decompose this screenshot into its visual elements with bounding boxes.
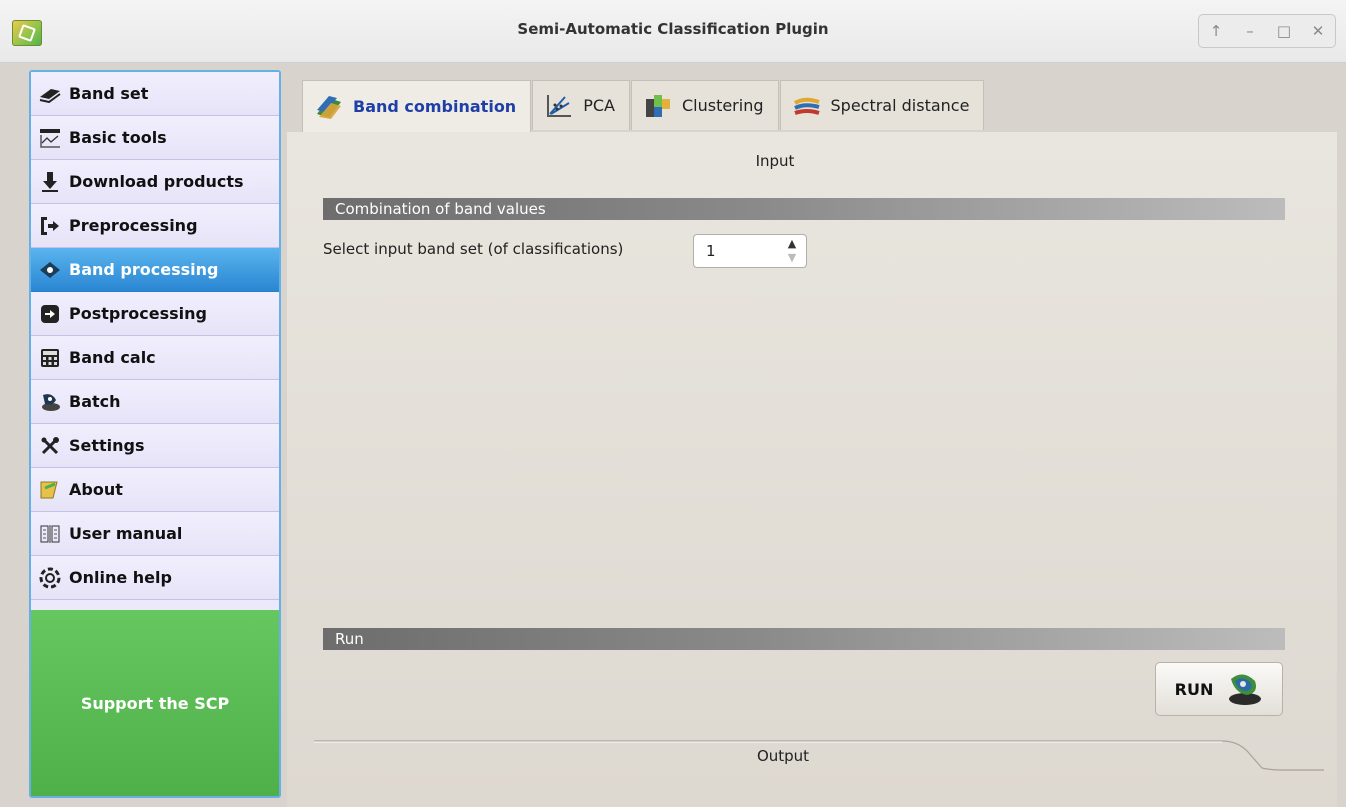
- sidebar-item-band-processing[interactable]: Band processing: [31, 248, 279, 292]
- sidebar-item-label: Postprocessing: [69, 304, 207, 323]
- run-label: RUN: [1174, 679, 1214, 699]
- title-bar: Semi-Automatic Classification Plugin ↑ –…: [0, 0, 1346, 63]
- sidebar-item-postprocessing[interactable]: Postprocessing: [31, 292, 279, 336]
- tab-pca[interactable]: PCA: [532, 80, 630, 130]
- sidebar: Band set Basic tools Download products P…: [29, 70, 281, 798]
- sidebar-item-label: About: [69, 480, 123, 499]
- calculator-icon: [37, 347, 63, 369]
- tab-band-combination[interactable]: Band combination: [302, 80, 532, 132]
- batch-icon: [37, 391, 63, 413]
- manual-icon: [37, 523, 63, 545]
- band-set-icon: [37, 83, 63, 105]
- about-icon: [37, 479, 63, 501]
- tab-label: Band combination: [353, 97, 517, 116]
- tab-spectral-distance[interactable]: Spectral distance: [779, 80, 985, 130]
- band-processing-icon: [37, 259, 63, 281]
- tab-label: Clustering: [681, 96, 764, 115]
- input-heading: Input: [755, 152, 795, 170]
- sidebar-item-about[interactable]: About: [31, 468, 279, 512]
- preprocessing-icon: [37, 215, 63, 237]
- sidebar-item-user-manual[interactable]: User manual: [31, 512, 279, 556]
- combination-section-header: Combination of band values: [323, 198, 1285, 220]
- sidebar-item-batch[interactable]: Batch: [31, 380, 279, 424]
- tab-bar: Band combination PCA Clustering Spectral…: [302, 80, 985, 132]
- help-icon: [37, 567, 63, 589]
- sidebar-item-label: Batch: [69, 392, 121, 411]
- tab-label: PCA: [583, 96, 615, 115]
- sidebar-item-settings[interactable]: Settings: [31, 424, 279, 468]
- sidebar-item-basic-tools[interactable]: Basic tools: [31, 116, 279, 160]
- band-combination-panel: Input Combination of band values Select …: [287, 132, 1337, 807]
- sidebar-item-label: Online help: [69, 568, 172, 587]
- tab-label: Spectral distance: [830, 96, 970, 115]
- sidebar-item-online-help[interactable]: Online help: [31, 556, 279, 600]
- window-title: Semi-Automatic Classification Plugin: [517, 20, 829, 38]
- postprocessing-icon: [37, 303, 63, 325]
- bandset-label: Select input band set (of classification…: [323, 240, 624, 258]
- basic-tools-icon: [37, 127, 63, 149]
- sidebar-item-band-calc[interactable]: Band calc: [31, 336, 279, 380]
- sidebar-item-label: Download products: [69, 172, 244, 191]
- spin-arrows[interactable]: ▲ ▼: [784, 237, 800, 265]
- sidebar-item-label: Band set: [69, 84, 149, 103]
- sidebar-item-label: Band processing: [69, 260, 219, 279]
- pca-icon: [545, 93, 573, 119]
- clustering-icon: [644, 93, 672, 119]
- support-scp-button[interactable]: Support the SCP: [31, 610, 279, 796]
- sidebar-item-label: Preprocessing: [69, 216, 198, 235]
- sidebar-item-label: Band calc: [69, 348, 156, 367]
- bandset-value: 1: [706, 242, 716, 260]
- bandset-spinbox[interactable]: 1 ▲ ▼: [693, 234, 807, 268]
- sidebar-item-label: User manual: [69, 524, 183, 543]
- window-controls: ↑ – □ ✕: [1198, 14, 1336, 48]
- chevron-up-icon[interactable]: ▲: [784, 237, 800, 251]
- run-section-header: Run: [323, 628, 1285, 650]
- close-icon[interactable]: ✕: [1307, 22, 1329, 40]
- keep-above-icon[interactable]: ↑: [1205, 22, 1227, 40]
- sidebar-item-label: Settings: [69, 436, 145, 455]
- sidebar-item-band-set[interactable]: Band set: [31, 72, 279, 116]
- sidebar-item-label: Basic tools: [69, 128, 167, 147]
- spectral-distance-icon: [793, 93, 821, 119]
- band-combination-icon: [315, 94, 343, 120]
- output-heading[interactable]: Output: [287, 747, 1279, 765]
- download-icon: [37, 171, 63, 193]
- run-button[interactable]: RUN: [1155, 662, 1283, 716]
- sidebar-item-download-products[interactable]: Download products: [31, 160, 279, 204]
- chevron-down-icon[interactable]: ▼: [784, 251, 800, 265]
- tab-clustering[interactable]: Clustering: [630, 80, 779, 130]
- maximize-icon[interactable]: □: [1273, 22, 1295, 40]
- run-icon: [1229, 674, 1262, 705]
- minimize-icon[interactable]: –: [1239, 22, 1261, 40]
- sidebar-item-preprocessing[interactable]: Preprocessing: [31, 204, 279, 248]
- settings-icon: [37, 435, 63, 457]
